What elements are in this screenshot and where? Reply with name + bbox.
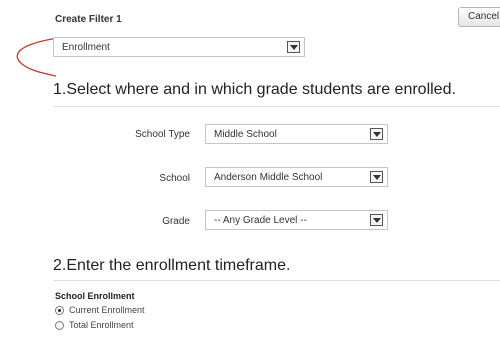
total-enrollment-label: Total Enrollment bbox=[69, 320, 134, 330]
filter-type-select[interactable]: Enrollment bbox=[53, 37, 305, 57]
current-enrollment-option[interactable]: Current Enrollment bbox=[55, 305, 145, 315]
chevron-down-icon bbox=[287, 41, 300, 53]
current-enrollment-label: Current Enrollment bbox=[69, 305, 145, 315]
divider bbox=[53, 280, 500, 281]
step-2-heading: 2.Enter the enrollment timeframe. bbox=[53, 257, 291, 274]
school-value: Anderson Middle School bbox=[214, 172, 323, 183]
filter-type-value: Enrollment bbox=[62, 42, 110, 53]
cancel-button[interactable]: Cancel bbox=[458, 7, 500, 27]
grade-value: -- Any Grade Level -- bbox=[214, 215, 307, 226]
filter-title: Create Filter 1 bbox=[55, 14, 122, 25]
school-enrollment-label: School Enrollment bbox=[55, 291, 135, 301]
chevron-down-icon bbox=[370, 128, 383, 140]
school-label: School bbox=[159, 173, 190, 184]
total-enrollment-option[interactable]: Total Enrollment bbox=[55, 320, 134, 330]
grade-label: Grade bbox=[162, 216, 190, 227]
school-select[interactable]: Anderson Middle School bbox=[205, 167, 388, 187]
radio-button[interactable] bbox=[55, 320, 64, 330]
school-type-value: Middle School bbox=[214, 129, 277, 140]
divider bbox=[53, 106, 500, 107]
annotation-arc bbox=[16, 37, 59, 77]
chevron-down-icon bbox=[370, 171, 383, 183]
radio-button-checked[interactable] bbox=[55, 305, 64, 315]
school-type-select[interactable]: Middle School bbox=[205, 124, 388, 144]
chevron-down-icon bbox=[370, 214, 383, 226]
school-type-label: School Type bbox=[135, 129, 190, 140]
step-1-heading: 1.Select where and in which grade studen… bbox=[53, 81, 456, 98]
grade-select[interactable]: -- Any Grade Level -- bbox=[205, 210, 388, 230]
